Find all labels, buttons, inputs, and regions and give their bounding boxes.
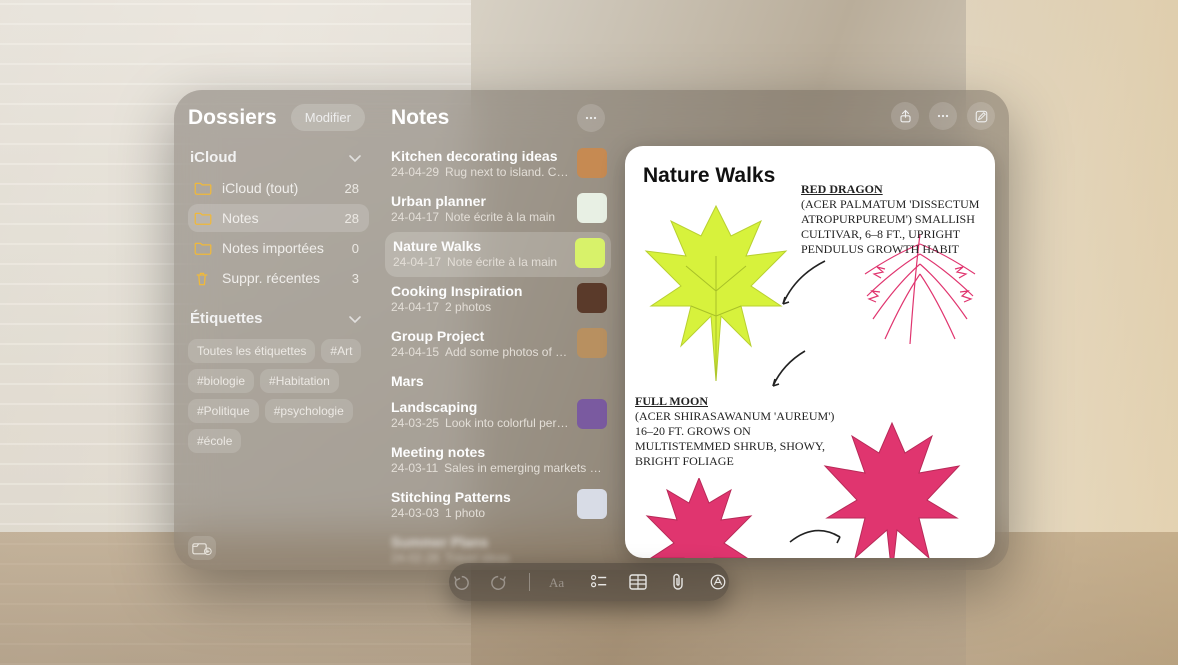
sidebar-title: Dossiers <box>188 106 277 130</box>
note-canvas[interactable]: Nature Walks <box>625 146 995 558</box>
notes-app-window: Dossiers Modifier iCloud iCloud (tout) 2… <box>174 90 1009 570</box>
note-item-subtitle: 24-04-17Note écrite à la main <box>393 255 567 269</box>
chevron-down-icon <box>347 150 363 166</box>
note-row[interactable]: Kitchen decorating ideas 24-04-29Rug nex… <box>391 142 611 187</box>
editor-toolbar: Aa <box>449 563 729 601</box>
compose-button[interactable] <box>967 102 995 130</box>
notes-list-pane: Notes Kitchen decorating ideas 24-04-29R… <box>379 90 617 570</box>
trash-icon <box>194 271 212 285</box>
new-folder-button[interactable] <box>188 536 216 560</box>
note-item-title: Group Project <box>391 328 569 344</box>
detail-more-button[interactable] <box>929 102 957 130</box>
notes-list-title: Notes <box>391 106 449 130</box>
annotation-full-moon: FULL MOON (ACER SHIRASAWANUM 'AUREUM') 1… <box>635 394 845 469</box>
tag-chip[interactable]: #Habitation <box>260 369 339 393</box>
chevron-down-icon <box>347 311 363 327</box>
tag-chip[interactable]: Toutes les étiquettes <box>188 339 315 363</box>
note-thumbnail <box>577 489 607 519</box>
folder-name: Notes importées <box>222 240 342 256</box>
folder-count: 28 <box>345 211 359 226</box>
note-item-title: Urban planner <box>391 193 569 209</box>
folder-icon <box>194 211 212 225</box>
note-thumbnail <box>577 328 607 358</box>
note-thumbnail <box>575 238 605 268</box>
tag-chip[interactable]: #école <box>188 429 241 453</box>
note-row[interactable]: Stitching Patterns 24-03-031 photo <box>391 483 611 528</box>
table-button[interactable] <box>627 571 649 593</box>
section-label: iCloud <box>190 149 237 166</box>
note-detail-pane: Nature Walks <box>617 90 1009 570</box>
tag-chip[interactable]: #Politique <box>188 399 259 423</box>
note-row[interactable]: Group Project 24-04-15Add some photos of… <box>391 322 611 367</box>
red-leaf-partial-drawing <box>639 478 759 558</box>
note-item-subtitle: 24-03-25Look into colorful pere… <box>391 416 569 430</box>
folder-count: 0 <box>352 241 359 256</box>
tag-chip[interactable]: #Art <box>321 339 361 363</box>
folder-list: iCloud (tout) 28 Notes 28 Notes importée… <box>188 174 369 292</box>
folder-count: 3 <box>352 271 359 286</box>
folder-icon <box>194 181 212 195</box>
folder-name: iCloud (tout) <box>222 180 335 196</box>
arrow-annotation <box>785 512 845 552</box>
folder-name: Suppr. récentes <box>222 270 342 286</box>
note-row[interactable]: Landscaping 24-03-25Look into colorful p… <box>391 393 611 438</box>
note-item-title: Landscaping <box>391 399 569 415</box>
folder-row[interactable]: Suppr. récentes 3 <box>188 264 369 292</box>
note-row[interactable]: Nature Walks 24-04-17Note écrite à la ma… <box>385 232 611 277</box>
arrow-annotation <box>775 256 835 316</box>
redo-button[interactable] <box>489 571 511 593</box>
section-header-tags[interactable]: Étiquettes <box>188 306 369 335</box>
section-header-icloud[interactable]: iCloud <box>188 145 369 174</box>
note-item-subtitle: 24-03-11Sales in emerging markets are… <box>391 461 607 475</box>
attachment-button[interactable] <box>667 571 689 593</box>
tag-chip[interactable]: #psychologie <box>265 399 353 423</box>
note-thumbnail <box>577 148 607 178</box>
note-thumbnail <box>577 193 607 223</box>
note-item-title: Meeting notes <box>391 444 607 460</box>
note-item-subtitle: 24-04-17Note écrite à la main <box>391 210 569 224</box>
checklist-button[interactable] <box>588 571 610 593</box>
more-options-button[interactable] <box>577 104 605 132</box>
note-row[interactable]: Cooking Inspiration 24-04-172 photos <box>391 277 611 322</box>
note-item-title: Kitchen decorating ideas <box>391 148 569 164</box>
note-item-title: Stitching Patterns <box>391 489 569 505</box>
folder-icon <box>194 241 212 255</box>
month-header: Mars <box>391 373 611 389</box>
folder-row[interactable]: iCloud (tout) 28 <box>188 174 369 202</box>
sidebar: Dossiers Modifier iCloud iCloud (tout) 2… <box>174 90 379 570</box>
undo-button[interactable] <box>449 571 471 593</box>
folder-count: 28 <box>345 181 359 196</box>
share-button[interactable] <box>891 102 919 130</box>
note-item-title: Cooking Inspiration <box>391 283 569 299</box>
note-item-subtitle: 24-04-15Add some photos of th… <box>391 345 569 359</box>
section-label: Étiquettes <box>190 310 263 327</box>
note-item-subtitle: 24-03-031 photo <box>391 506 569 520</box>
note-item-title: Nature Walks <box>393 238 567 254</box>
svg-text:Aa: Aa <box>549 575 564 590</box>
note-row[interactable]: Urban planner 24-04-17Note écrite à la m… <box>391 187 611 232</box>
annotation-red-dragon: RED DRAGON (ACER PALMATUM 'DISSECTUM ATR… <box>801 182 991 257</box>
text-format-button[interactable]: Aa <box>548 571 570 593</box>
folder-name: Notes <box>222 210 335 226</box>
note-item-subtitle: 24-04-172 photos <box>391 300 569 314</box>
tag-chip[interactable]: #biologie <box>188 369 254 393</box>
markup-button[interactable] <box>707 571 729 593</box>
toolbar-divider <box>529 573 530 591</box>
edit-button[interactable]: Modifier <box>291 104 365 131</box>
note-thumbnail <box>577 399 607 429</box>
folder-row[interactable]: Notes importées 0 <box>188 234 369 262</box>
note-thumbnail <box>577 283 607 313</box>
tag-list: Toutes les étiquettes#Art #biologie#Habit… <box>188 335 369 453</box>
note-row[interactable]: Meeting notes 24-03-11Sales in emerging … <box>391 438 611 483</box>
folder-row[interactable]: Notes 28 <box>188 204 369 232</box>
arrow-annotation <box>765 346 815 396</box>
note-item-subtitle: 24-04-29Rug next to island. Con… <box>391 165 569 179</box>
